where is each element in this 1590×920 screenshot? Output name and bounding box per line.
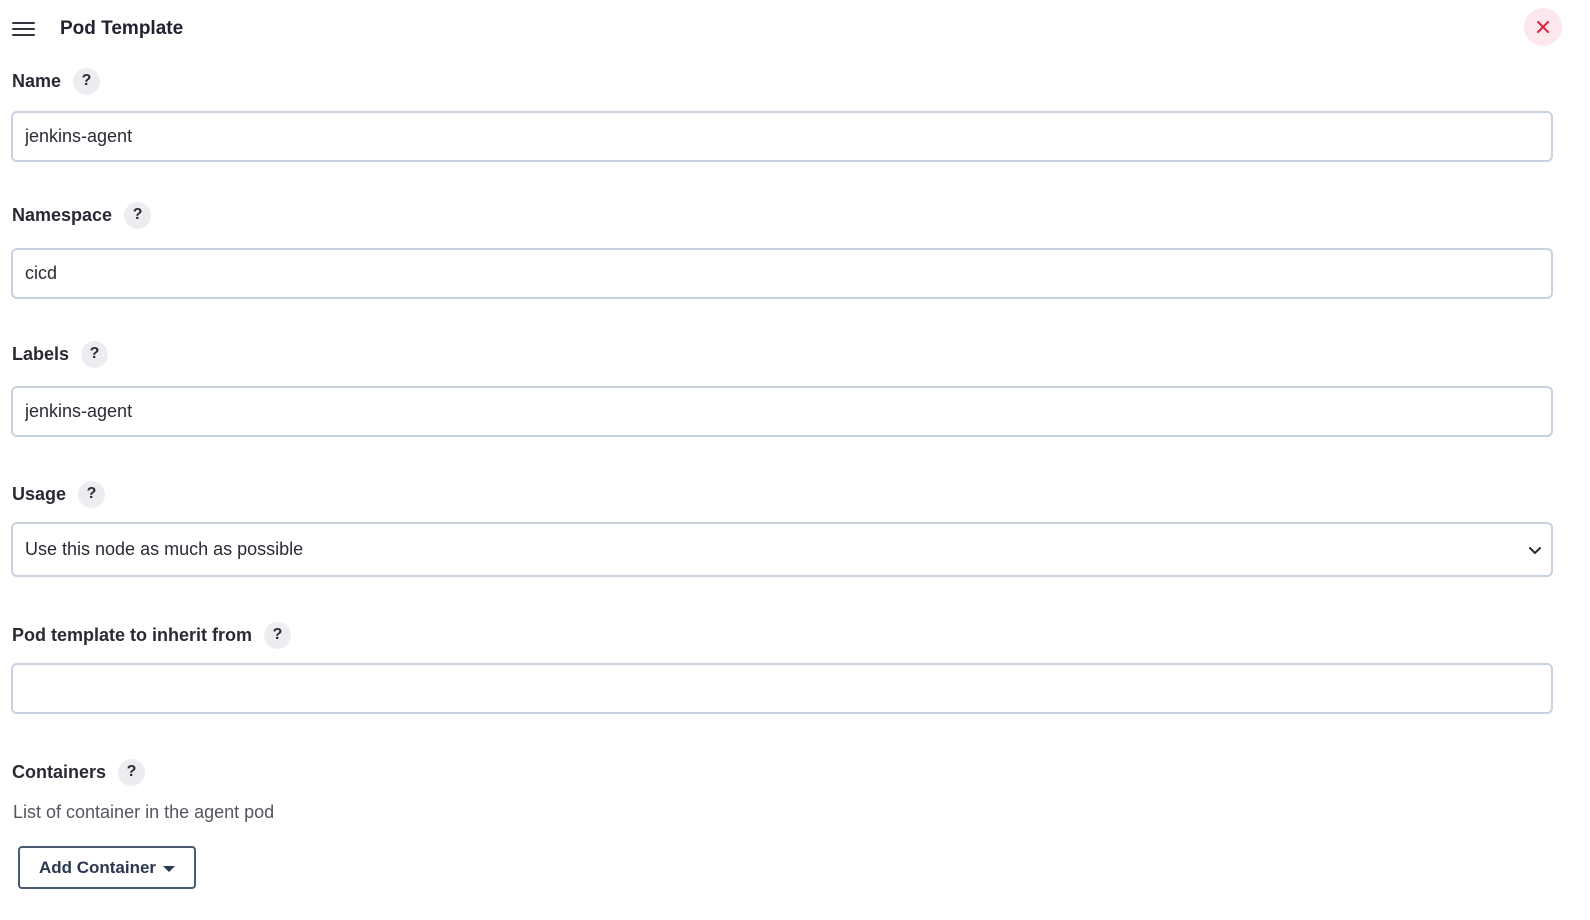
usage-help-icon[interactable]: ?	[78, 480, 106, 508]
usage-label-text: Usage	[12, 483, 67, 504]
add-container-label: Add Container	[38, 857, 157, 877]
labels-help-icon[interactable]: ?	[81, 340, 109, 368]
containers-help-icon[interactable]: ?	[118, 758, 146, 786]
namespace-label: Namespace ?	[12, 201, 152, 229]
caret-down-icon	[163, 865, 176, 872]
pod-template-header: Pod Template	[0, 0, 1590, 60]
namespace-input[interactable]	[11, 248, 1553, 299]
usage-select[interactable]: Use this node as much as possible	[11, 522, 1553, 577]
labels-input[interactable]	[11, 386, 1553, 437]
namespace-help-icon[interactable]: ?	[124, 201, 152, 229]
inherit-from-input[interactable]	[11, 663, 1553, 714]
labels-label-text: Labels	[12, 343, 70, 364]
containers-description: List of container in the agent pod	[13, 802, 275, 822]
page-title: Pod Template	[60, 18, 184, 39]
close-icon	[1537, 21, 1549, 33]
containers-label: Containers ?	[12, 758, 146, 786]
name-help-icon[interactable]: ?	[73, 67, 101, 95]
inherit-from-help-icon[interactable]: ?	[264, 621, 292, 649]
usage-selected-value: Use this node as much as possible	[25, 539, 304, 559]
containers-label-text: Containers	[12, 761, 107, 782]
chevron-down-icon	[1529, 547, 1541, 554]
inherit-from-label: Pod template to inherit from ?	[12, 621, 292, 649]
add-container-button[interactable]: Add Container	[18, 846, 196, 889]
namespace-label-text: Namespace	[12, 204, 113, 225]
name-label: Name ?	[12, 67, 101, 95]
labels-label: Labels ?	[12, 340, 109, 368]
usage-label: Usage ?	[12, 480, 106, 508]
hamburger-icon[interactable]	[12, 21, 35, 37]
name-label-text: Name	[12, 70, 62, 91]
name-input[interactable]	[11, 111, 1553, 162]
close-button[interactable]	[1524, 8, 1562, 46]
inherit-from-label-text: Pod template to inherit from	[12, 624, 253, 645]
